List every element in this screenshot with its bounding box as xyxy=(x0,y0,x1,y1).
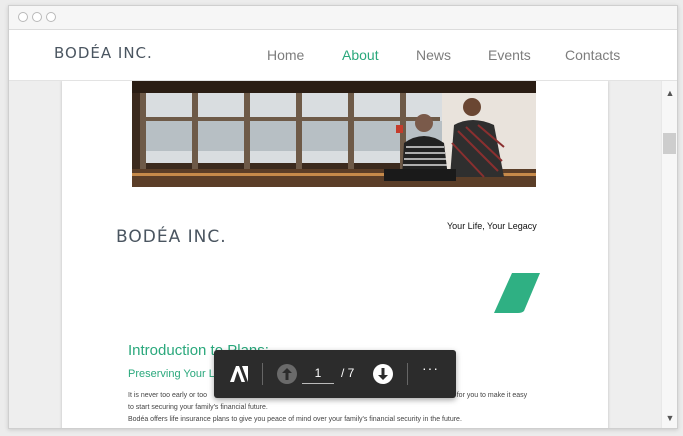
body-line-2: to start securing your family's financia… xyxy=(128,404,268,411)
site-logo[interactable]: BODÉA INC. xyxy=(54,44,153,62)
nav-link-about[interactable]: About xyxy=(342,47,379,63)
maximize-window-button[interactable] xyxy=(46,12,56,22)
document-logo: BODÉA INC. xyxy=(116,227,227,247)
scroll-up-icon[interactable]: ▲ xyxy=(662,86,677,100)
scroll-thumb[interactable] xyxy=(663,133,676,154)
minimize-window-button[interactable] xyxy=(32,12,42,22)
document-subtitle: Preserving Your L xyxy=(128,368,215,380)
toolbar-separator xyxy=(407,363,408,385)
page-total: / 7 xyxy=(341,366,355,380)
pdf-toolbar: / 7 ··· xyxy=(214,350,456,398)
nav-link-contacts[interactable]: Contacts xyxy=(565,47,620,63)
nav-link-events[interactable]: Events xyxy=(488,47,531,63)
page-up-icon[interactable] xyxy=(275,362,299,386)
body-line-1-left: It is never too early or too xyxy=(128,392,207,399)
toolbar-separator xyxy=(262,363,263,385)
title-bar xyxy=(9,6,677,30)
scroll-down-icon[interactable]: ▼ xyxy=(662,411,677,425)
adobe-icon[interactable] xyxy=(227,362,251,386)
body-line-1-right: an for you to make it easy xyxy=(447,392,528,399)
site-navbar: BODÉA INC. Home About News Events Contac… xyxy=(9,30,677,81)
document-tagline: Your Life, Your Legacy xyxy=(447,221,537,231)
page-number-input[interactable] xyxy=(302,363,334,384)
nav-link-home[interactable]: Home xyxy=(267,47,304,63)
vertical-scrollbar[interactable]: ▲ ▼ xyxy=(661,81,677,428)
body-line-3: Bodéa offers life insurance plans to giv… xyxy=(128,416,462,423)
nav-link-news[interactable]: News xyxy=(416,47,451,63)
page-down-icon[interactable] xyxy=(371,362,395,386)
more-icon[interactable]: ··· xyxy=(422,360,439,376)
close-window-button[interactable] xyxy=(18,12,28,22)
accent-shape xyxy=(494,273,540,313)
office-photo xyxy=(132,81,536,187)
